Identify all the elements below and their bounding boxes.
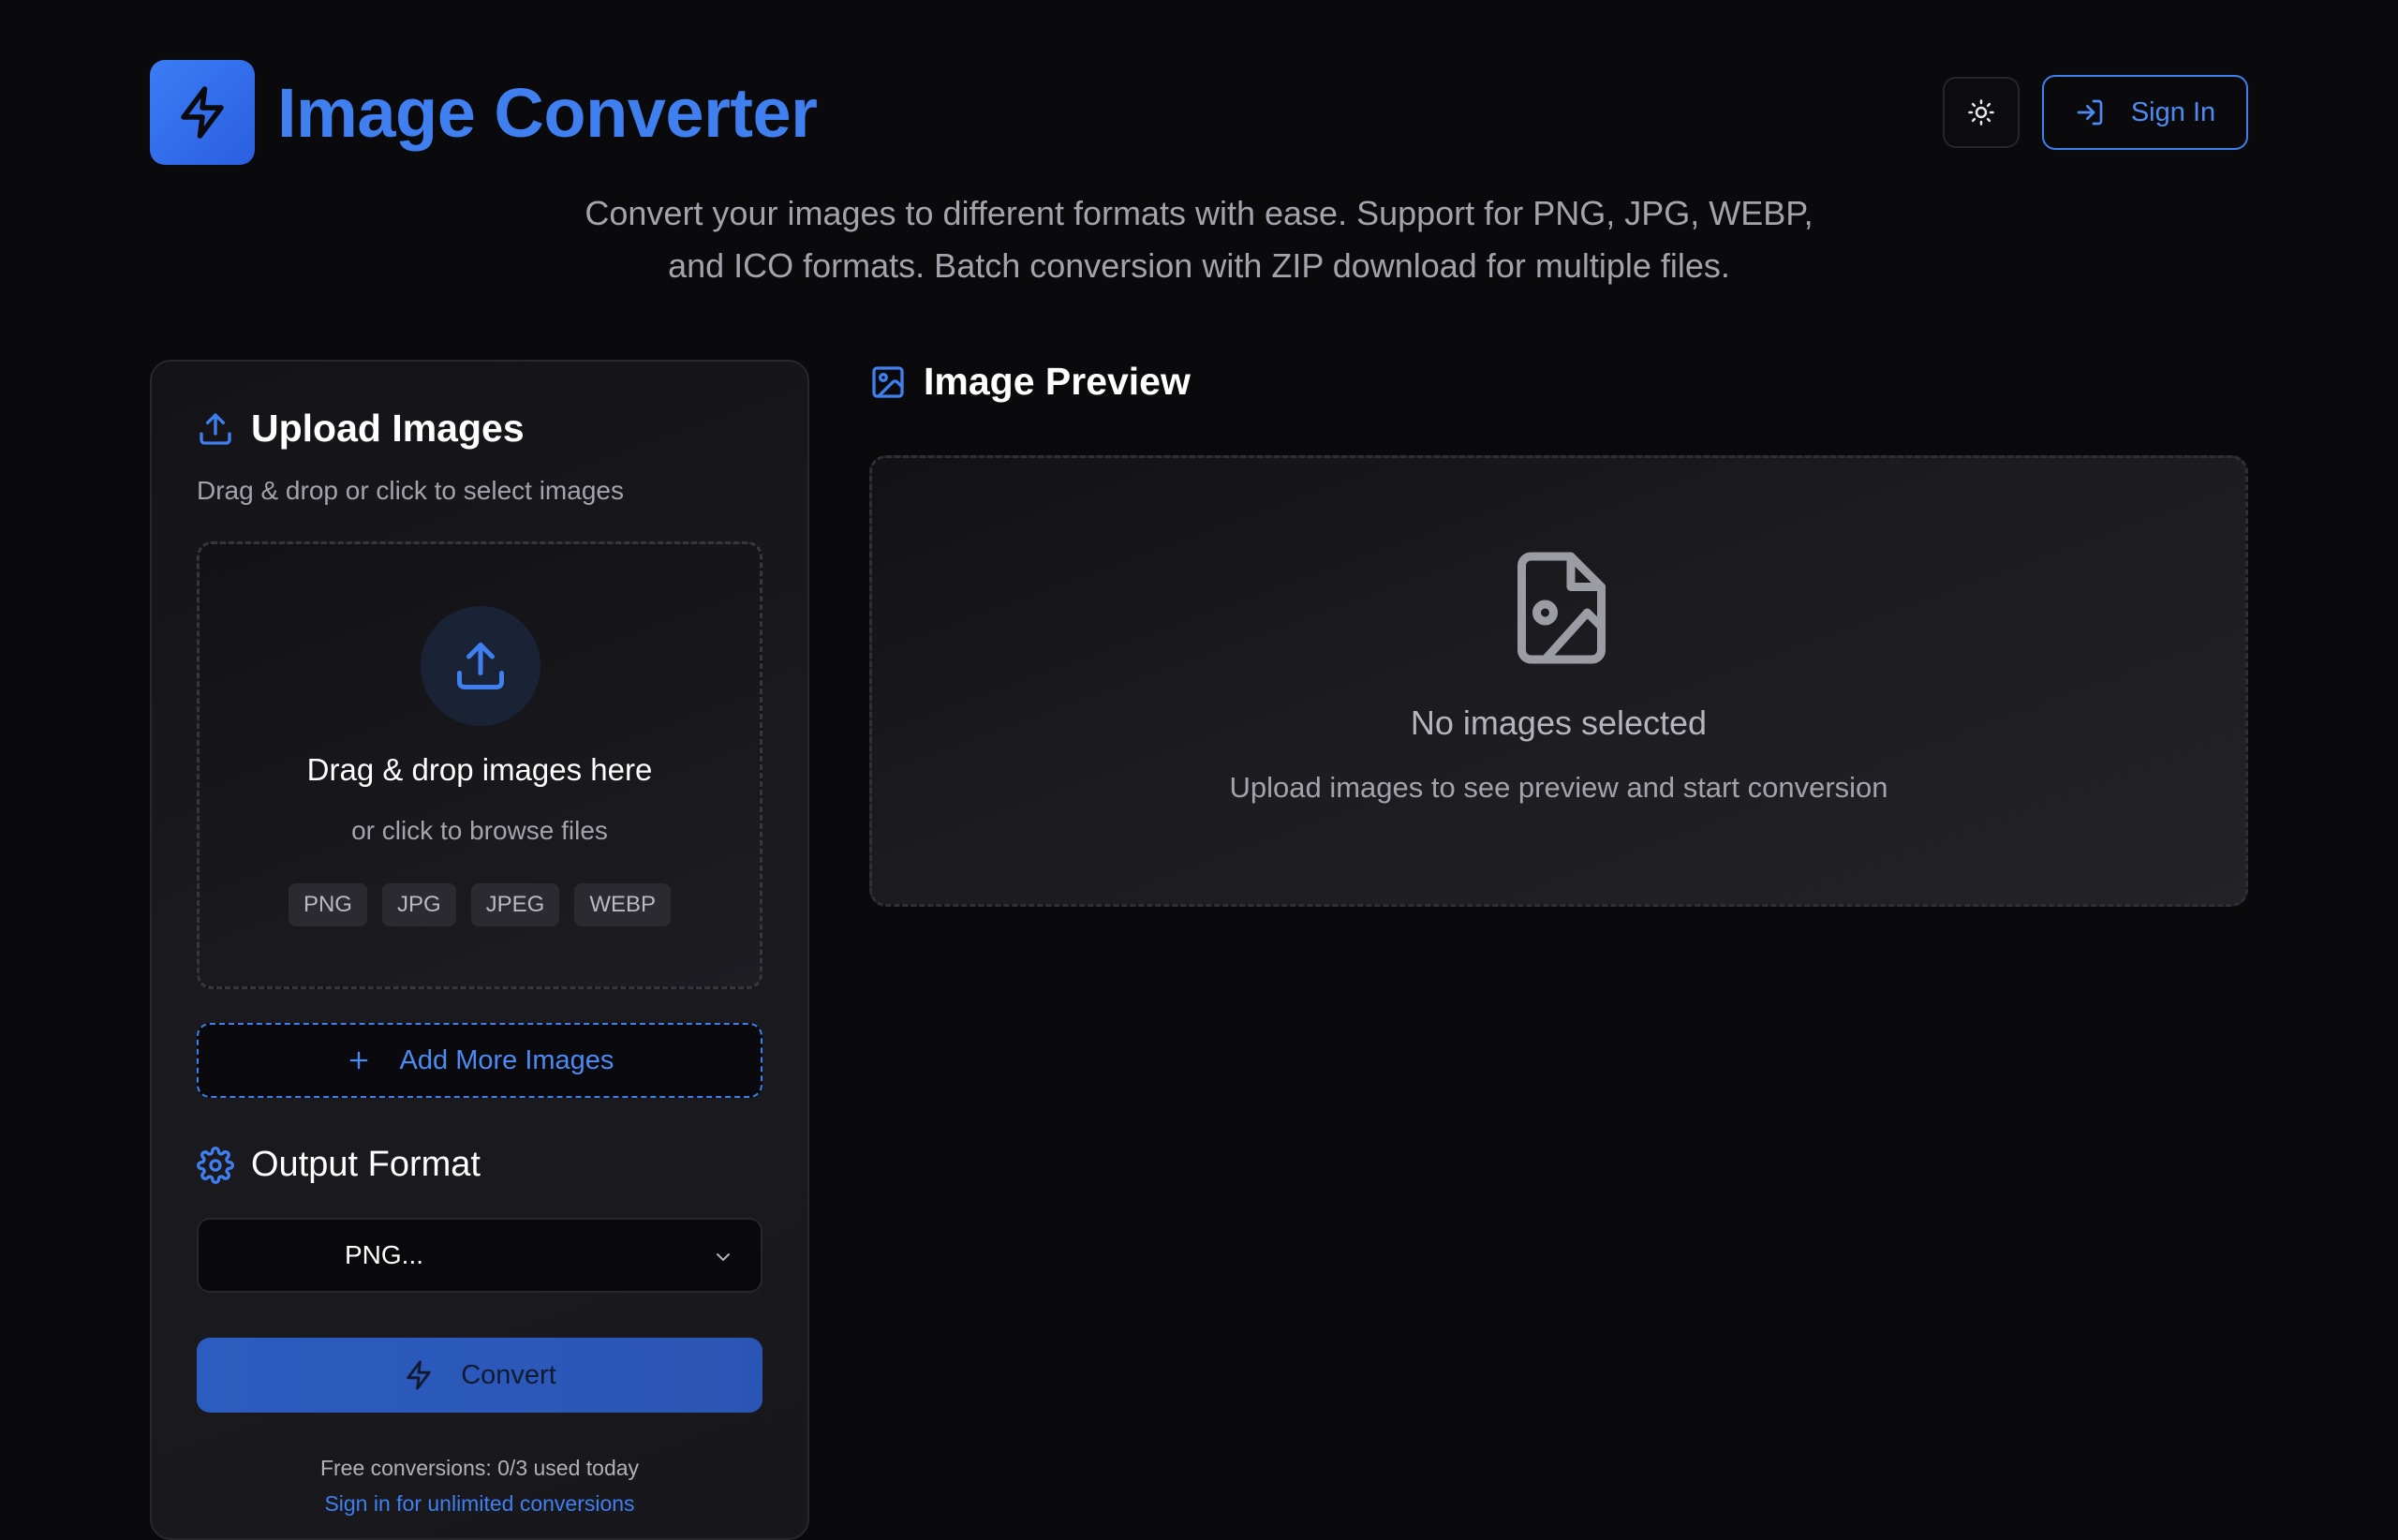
image-preview-area: No images selected Upload images to see … [869,455,2248,907]
format-chip-jpg: JPG [381,883,456,926]
format-chip-webp: WEBP [574,883,672,926]
free-conversions-note: Free conversions: 0/3 used today [319,1456,640,1480]
add-more-label: Add More Images [399,1044,614,1075]
description-line-2: and ICO formats. Batch conversion with Z… [668,246,1730,285]
upload-header: Upload Images [197,407,525,451]
supported-formats: PNG JPG JPEG WEBP [200,883,760,926]
file-image-icon [1517,552,1606,664]
upload-title: Upload Images [251,407,525,450]
output-format-title: Output Format [251,1145,481,1184]
app-title: Image Converter [277,73,818,152]
chevron-down-icon [717,1253,730,1261]
preview-title: Image Preview [924,360,1191,403]
sign-in-button[interactable]: Sign In [2042,75,2248,150]
upload-dropzone[interactable]: Drag & drop images here or click to brow… [197,541,762,989]
output-format-header: Output Format [197,1145,481,1185]
empty-state-subtitle: Upload images to see preview and start c… [1229,771,1888,804]
lightning-icon [181,86,224,139]
image-icon [872,365,904,398]
upload-panel: Upload Images Drag & drop or click to se… [150,360,809,1540]
description-line-1: Convert your images to different formats… [585,194,1813,232]
upload-subtitle: Drag & drop or click to select images [197,476,624,505]
output-format-value: PNG... [345,1240,424,1269]
sun-icon [1968,99,1994,126]
app-header: Image Converter [150,60,818,165]
format-chip-jpeg: JPEG [470,883,560,926]
app-logo [150,60,255,165]
theme-toggle-button[interactable] [1943,77,2020,148]
plus-icon [349,1051,367,1070]
upload-icon [457,643,504,689]
sign-in-label: Sign In [2130,96,2216,127]
upload-icon [200,412,231,445]
empty-state-title: No images selected [1410,703,1708,742]
format-chip-png: PNG [288,883,367,926]
convert-label: Convert [461,1359,556,1390]
convert-button[interactable]: Convert [197,1338,762,1413]
log-in-icon [2077,99,2103,126]
dropzone-title: Drag & drop images here [306,752,653,787]
gear-icon [197,1146,234,1184]
preview-header: Image Preview [869,360,1191,404]
dropzone-subtitle: or click to browse files [351,816,608,845]
output-format-select[interactable]: PNG... [197,1218,762,1293]
page-description: Convert your images to different formats… [0,187,2398,292]
add-more-images-button[interactable]: Add More Images [197,1023,762,1098]
header-actions: Sign In [1943,75,2248,150]
lightning-icon [407,1360,431,1390]
unlimited-conversions-link[interactable]: Sign in for unlimited conversions [152,1491,807,1517]
upload-circle [421,606,540,726]
